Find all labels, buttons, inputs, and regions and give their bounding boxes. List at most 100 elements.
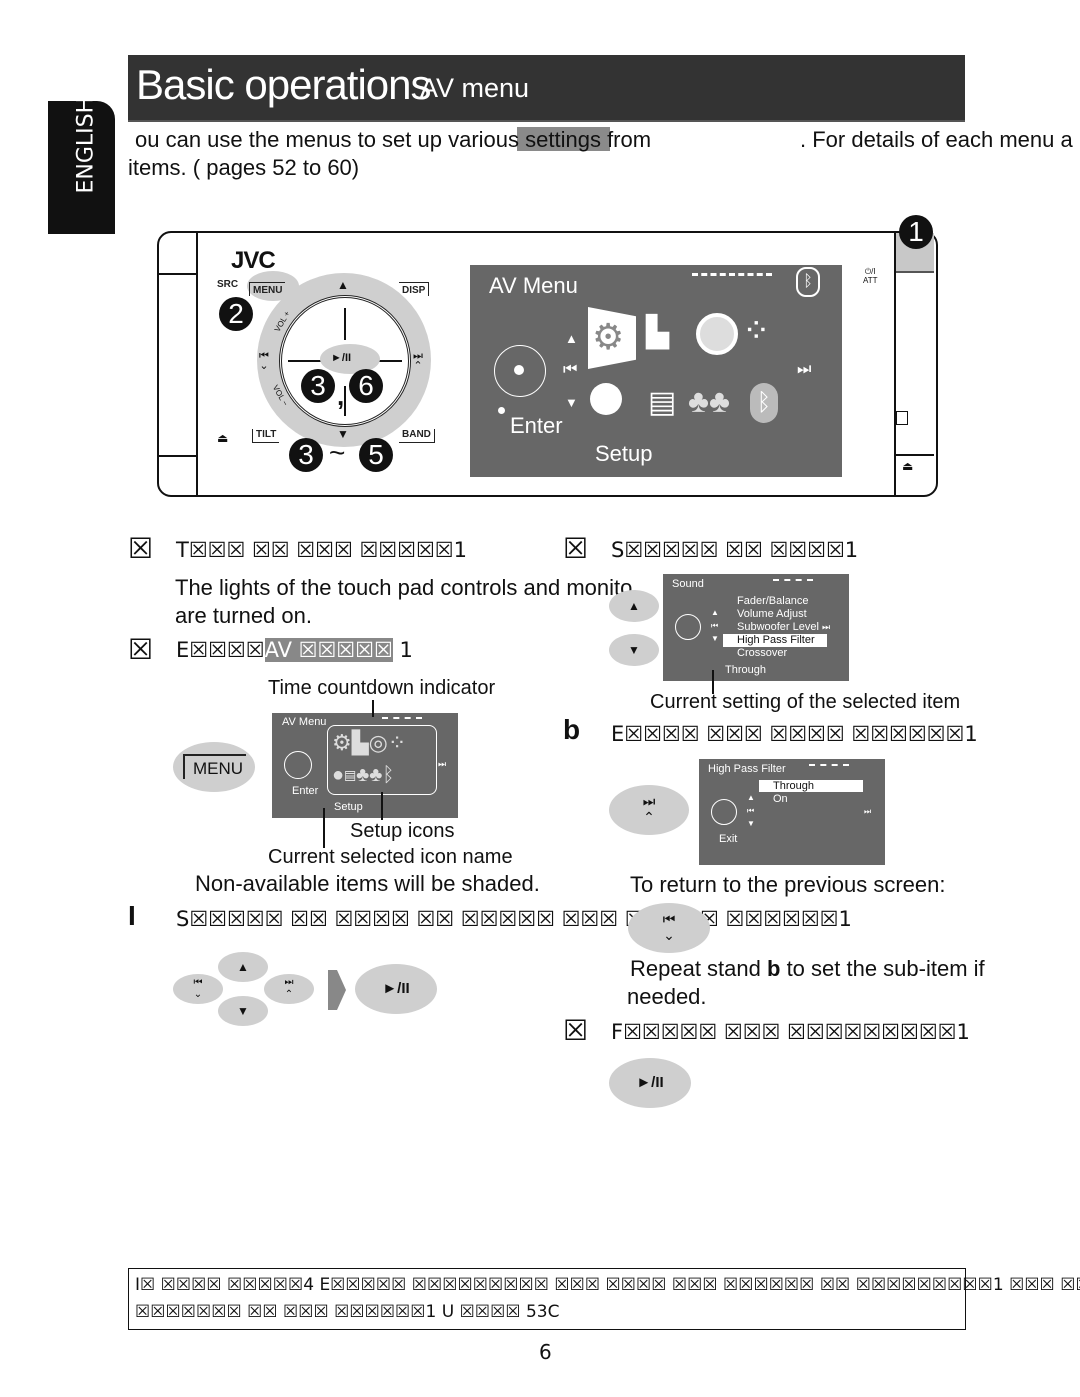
bluetooth-status-icon: ᛒ bbox=[796, 267, 820, 297]
page-title: Basic operations bbox=[136, 61, 432, 108]
surround-icon[interactable]: ⁘ bbox=[742, 311, 771, 351]
title-bar: Basic operations AV menu bbox=[128, 55, 965, 122]
hpf-option[interactable]: On bbox=[773, 793, 788, 805]
note-line-1: I☒ ☒☒☒☒ ☒☒☒☒☒4 E☒☒☒☒☒ ☒☒☒☒☒☒☒☒☒ ☒☒☒ ☒☒☒☒… bbox=[135, 1275, 1080, 1295]
sound-item[interactable]: Crossover bbox=[737, 647, 830, 660]
step-4-marker: ☒ bbox=[563, 532, 589, 565]
next-button-icon[interactable]: ⏭ ⌃ bbox=[264, 974, 314, 1004]
bluetooth-icon[interactable]: ᛒ bbox=[750, 383, 778, 423]
timer-dial-icon[interactable] bbox=[590, 383, 622, 415]
crosshair-line bbox=[288, 360, 324, 362]
sound-joystick bbox=[675, 614, 701, 640]
repeat-text-2: needed. bbox=[627, 984, 707, 1009]
step-badge-5: 5 bbox=[359, 438, 393, 472]
play-pause-button-large[interactable]: ►/II bbox=[355, 964, 437, 1014]
next-button[interactable]: ⏭ ⌃ bbox=[413, 351, 423, 372]
next-icon: ⏭ bbox=[797, 361, 812, 378]
control-ring[interactable]: ►/II ▲ ▼ ⏮ ⌄ ⏭ ⌃ VOL + VOL − bbox=[257, 273, 431, 447]
setup-gear-icon[interactable]: ⚙ bbox=[592, 319, 624, 355]
intro-line1: ou can use the menus to set up various s… bbox=[135, 127, 651, 153]
menu-button[interactable]: MENU bbox=[249, 282, 286, 296]
page-number: 6 bbox=[539, 1340, 552, 1364]
step-1-body-2: are turned on. bbox=[175, 603, 312, 628]
band-button[interactable]: BAND bbox=[399, 429, 435, 443]
sound-item-list: Fader/Balance Volume Adjust Subwoofer Le… bbox=[723, 595, 830, 660]
preview-next-icon: ⏭ bbox=[438, 759, 447, 769]
badge-separator: , bbox=[337, 381, 345, 411]
speaker-icon[interactable] bbox=[696, 313, 738, 355]
sound-item-label: Subwoofer Level bbox=[737, 621, 819, 633]
crosshair-line bbox=[344, 308, 346, 340]
intro-line2: items. ( pages 52 to 60) bbox=[128, 155, 360, 180]
hpf-screen: High Pass Filter Through On ▲ ⏮ ▼ ⏭ Exit bbox=[699, 759, 885, 865]
step-1-marker: ☒ bbox=[128, 532, 154, 565]
callout-countdown: Time countdown indicator bbox=[268, 677, 496, 699]
next-icon: ⏭ bbox=[822, 622, 831, 632]
repeat-text-step: b bbox=[767, 956, 781, 981]
up-button-icon[interactable]: ▲ bbox=[609, 590, 659, 622]
step-6-heading: F☒☒☒☒☒ ☒☒☒ ☒☒☒☒☒☒☒☒☒1 bbox=[611, 1020, 970, 1044]
intro-text: s from bbox=[589, 127, 652, 152]
hpf-next-icon: ⏭ bbox=[864, 807, 872, 816]
play-pause-button[interactable]: ►/II bbox=[331, 352, 351, 364]
src-label: SRC bbox=[217, 279, 239, 290]
prev-button-large[interactable]: ⏮ ⌄ bbox=[628, 903, 710, 953]
leader-line bbox=[372, 700, 374, 717]
up-button-icon[interactable]: ▲ bbox=[218, 952, 268, 982]
preview-icons-row1: ⚙▙◎⁘ bbox=[332, 730, 407, 755]
prev-button[interactable]: ⏮ ⌄ bbox=[259, 351, 269, 372]
menu-button-large[interactable]: MENU bbox=[173, 742, 255, 792]
preview-countdown bbox=[382, 717, 422, 719]
up-icon: ▲ bbox=[565, 331, 578, 346]
repeat-text: Repeat stand b to set the sub-item if bbox=[630, 956, 985, 982]
prev-button-icon[interactable]: ⏮ ⌄ bbox=[173, 974, 223, 1004]
enter-label: Enter bbox=[510, 413, 563, 438]
return-text: To return to the previous screen: bbox=[630, 872, 946, 897]
list-icon[interactable]: ▤ bbox=[648, 385, 676, 421]
panel-divider bbox=[159, 455, 197, 457]
intro-text: ou can use the menus to set up vario bbox=[135, 127, 496, 152]
callout-current-setting: Current setting of the selected item bbox=[650, 691, 961, 713]
intro-highlight-text: us setting bbox=[495, 127, 590, 152]
step-4-heading: S☒☒☒☒☒ ☒☒ ☒☒☒☒1 bbox=[611, 538, 859, 562]
note-line-2: ☒☒☒☒☒☒☒ ☒☒ ☒☒☒ ☒☒☒☒☒☒1 U ☒☒☒☒ 53C bbox=[135, 1302, 560, 1322]
enter-dot bbox=[498, 407, 505, 414]
hpf-countdown bbox=[809, 764, 849, 766]
down-button-icon[interactable]: ▼ bbox=[218, 996, 268, 1026]
next-button-large[interactable]: ⏭ ⌃ bbox=[609, 785, 689, 835]
note-box: I☒ ☒☒☒☒ ☒☒☒☒☒4 E☒☒☒☒☒ ☒☒☒☒☒☒☒☒☒ ☒☒☒ ☒☒☒☒… bbox=[128, 1268, 1080, 1330]
repeat-text-part: to set the sub-item if bbox=[780, 956, 985, 981]
step-5-heading: E☒☒☒☒ ☒☒☒ ☒☒☒☒ ☒☒☒☒☒☒1 bbox=[611, 722, 978, 746]
equalizer-icon[interactable]: ▙ bbox=[646, 315, 669, 351]
power-att-button[interactable]: ⏻/I ATT bbox=[863, 267, 878, 285]
device-front-panel: ⏏ JVC SRC MENU DISP TILT BAND ⏏ ►/II ▲ ▼… bbox=[157, 215, 938, 497]
lcd-screen: AV Menu ᛒ Enter ▲ ⏮ ▼ ⏭ ⚙ ▙ ⁘ ▤ ♣♣ ᛒ Set… bbox=[470, 265, 842, 477]
step-1-body: The lights of the touch pad controls and… bbox=[175, 575, 633, 600]
play-pause-button-final[interactable]: ►/II bbox=[609, 1058, 691, 1108]
countdown-indicator bbox=[692, 273, 772, 279]
speakers-pair-icon[interactable]: ♣♣ bbox=[688, 383, 730, 419]
step-3-heading: S☒☒☒☒☒ ☒☒ ☒☒☒☒ ☒☒ ☒☒☒☒☒ ☒☒☒ ☒☒☒☒☒ ☒☒☒☒☒☒… bbox=[176, 907, 852, 931]
sound-item[interactable]: Volume Adjust bbox=[737, 608, 830, 621]
sound-item-selected[interactable]: High Pass Filter bbox=[723, 634, 827, 647]
tilt-button[interactable]: TILT bbox=[252, 429, 280, 443]
sound-item[interactable]: Subwoofer Level ⏭ bbox=[737, 621, 830, 634]
panel-divider bbox=[159, 273, 197, 275]
disp-button[interactable]: DISP bbox=[399, 282, 430, 296]
eject-icon-right[interactable]: ⏏ bbox=[902, 459, 913, 473]
prev-icon: ⏮ bbox=[563, 361, 578, 378]
sensor-slot bbox=[896, 411, 908, 425]
step-3-marker: I bbox=[128, 900, 136, 931]
down-button-icon[interactable]: ▼ bbox=[609, 634, 659, 666]
preview-icons-row2: ●▤♣♣ᛒ bbox=[332, 764, 395, 786]
step-2-heading: E☒☒☒☒AV ☒☒☒☒☒ 1 bbox=[176, 638, 413, 662]
up-arrow-icon[interactable]: ▲ bbox=[337, 278, 349, 292]
sound-item[interactable]: Fader/Balance bbox=[737, 595, 830, 608]
heading-text: 1 bbox=[392, 638, 413, 662]
touch-pad[interactable]: ►/II bbox=[279, 295, 411, 427]
down-icon: ▼ bbox=[565, 395, 578, 410]
eject-icon[interactable]: ⏏ bbox=[217, 431, 228, 445]
hpf-option-selected[interactable]: Through bbox=[773, 780, 814, 792]
repeat-text-part: and bbox=[724, 956, 767, 981]
preview-enter: Enter bbox=[292, 785, 319, 797]
